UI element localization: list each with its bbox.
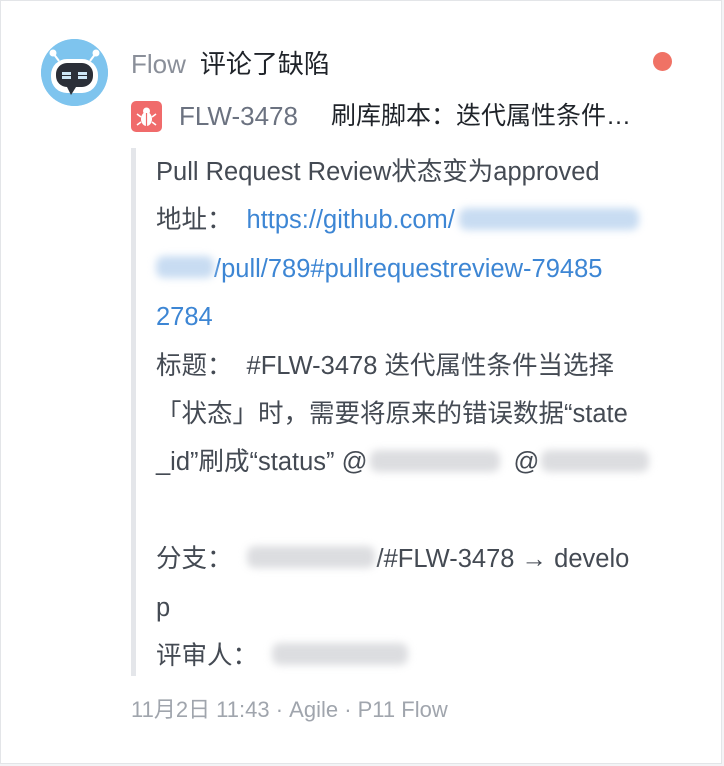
issue-title: 刷库脚本：迭代属性条件… <box>331 102 632 130</box>
pr-title-text: #FLW-3478 迭代属性条件当选择 <box>246 351 614 380</box>
comment-line: p <box>156 584 692 632</box>
comment-line: 地址： https://github.com/ <box>156 196 692 244</box>
comment-line: _id”刷成“status” @ @ <box>156 438 692 486</box>
comment-quote: Pull Request Review状态变为approved 地址： https… <box>131 148 687 676</box>
mention-at: @ <box>513 448 540 477</box>
comment-line: 标题： #FLW-3478 迭代属性条件当选择 <box>156 342 692 390</box>
comment-blank-line <box>156 487 692 535</box>
issue-link[interactable]: FLW-3478 刷库脚本：迭代属性条件… <box>131 99 671 133</box>
pr-title-text: 「状态」时，需要将原来的错误数据“state <box>156 399 628 428</box>
branch-text: /#FLW-3478 → develo <box>376 545 630 574</box>
comment-line: 分支： /#FLW-3478 → develo <box>156 535 692 583</box>
notification-header: Flow 评论了缺陷 <box>131 47 330 81</box>
comment-line: 2784 <box>156 293 692 341</box>
branch-text: p <box>156 593 171 622</box>
notification-action: 评论了缺陷 <box>199 49 330 79</box>
pr-url-link[interactable]: 2784 <box>156 303 213 331</box>
issue-key: FLW-3478 <box>179 101 298 131</box>
review-status-text: Pull Request Review状态变为approved <box>156 158 600 186</box>
branch-label: 分支： <box>156 545 233 574</box>
redacted-repo-name <box>156 256 214 279</box>
comment-body: Pull Request Review状态变为approved 地址： https… <box>156 148 692 680</box>
title-label: 标题： <box>156 351 233 380</box>
notification-meta: 11月2日 11:43 · Agile · P11 Flow <box>131 697 448 722</box>
redacted-username[interactable] <box>369 449 500 472</box>
notification-card[interactable]: Flow 评论了缺陷 FLW-3478 刷库脚本：迭代属性条件… Pull Req… <box>0 0 722 764</box>
reviewer-label: 评审人： <box>156 641 259 670</box>
address-label: 地址： <box>156 206 233 235</box>
comment-line: 评审人： <box>156 632 692 680</box>
redacted-repo-name <box>458 207 639 230</box>
unread-dot-icon[interactable] <box>653 52 672 71</box>
redacted-username[interactable] <box>541 449 650 472</box>
bot-avatar-icon[interactable] <box>41 39 108 106</box>
redacted-reviewer[interactable] <box>272 643 409 666</box>
redacted-branch-owner <box>246 546 375 569</box>
comment-line: 「状态」时，需要将原来的错误数据“state <box>156 390 692 438</box>
comment-line: /pull/789#pullrequestreview-79485 <box>156 245 692 293</box>
sender-name[interactable]: Flow <box>131 49 186 79</box>
pr-url-link[interactable]: https://github.com/ <box>247 206 455 234</box>
bug-icon <box>131 101 162 132</box>
pr-url-link[interactable]: /pull/789#pullrequestreview-79485 <box>214 255 602 283</box>
pr-title-text: _id”刷成“status” @ <box>156 448 368 477</box>
comment-line: Pull Request Review状态变为approved <box>156 148 692 196</box>
